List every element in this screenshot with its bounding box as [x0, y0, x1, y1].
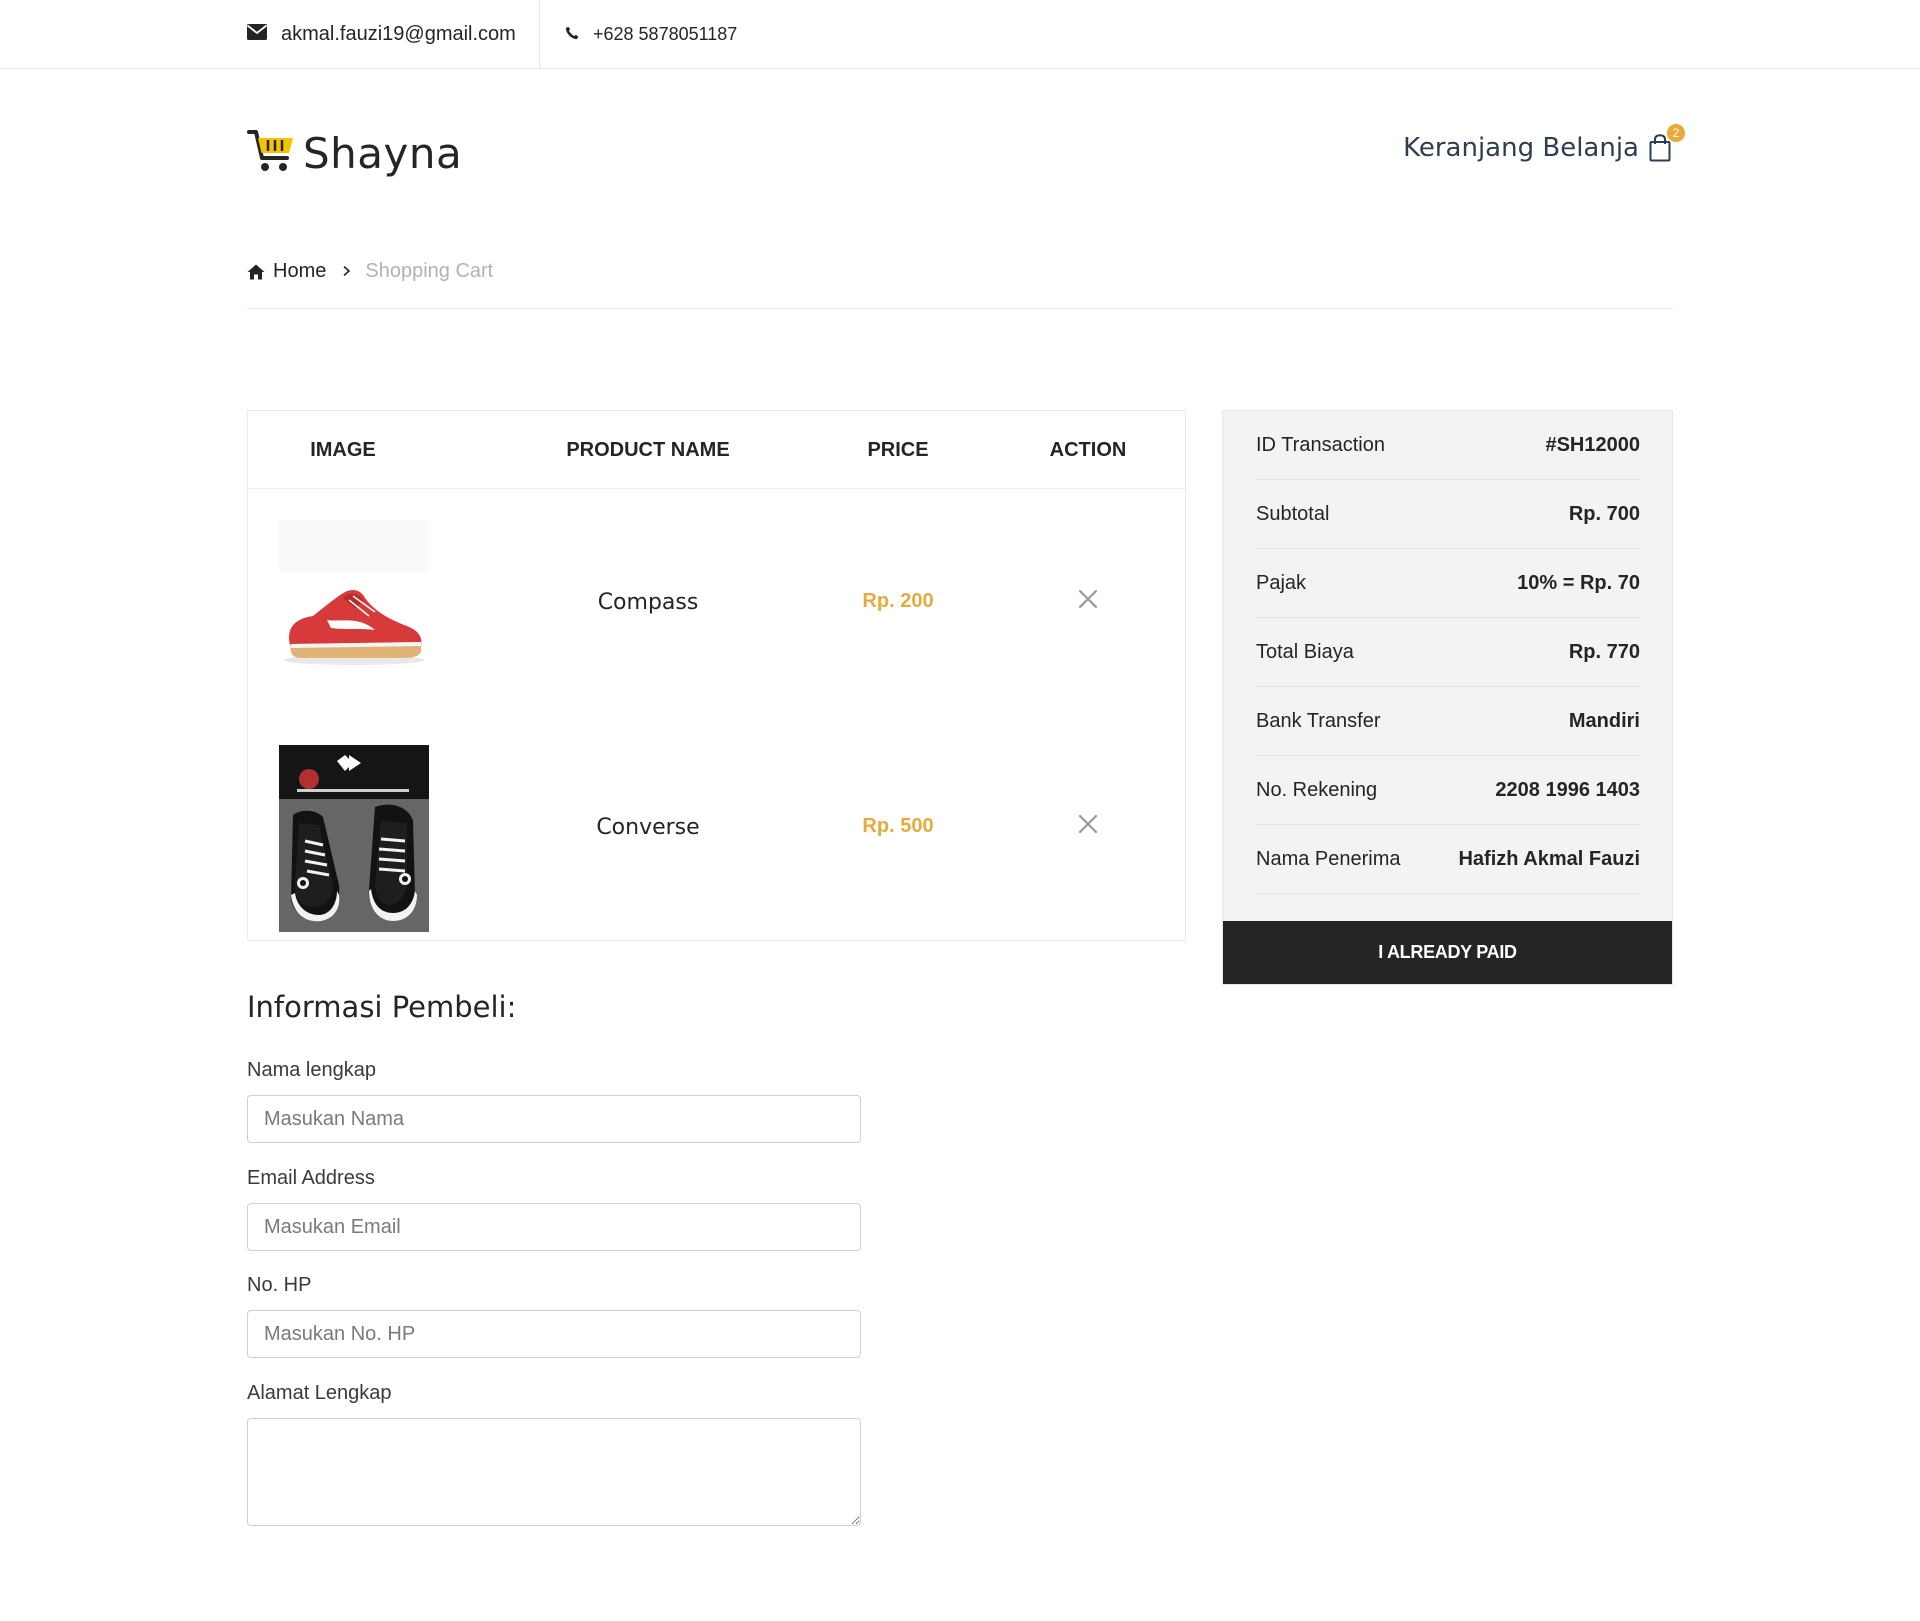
summary-label: No. Rekening	[1256, 778, 1378, 801]
topbar-divider	[539, 0, 540, 68]
summary-value: Hafizh Akmal Fauzi	[1458, 847, 1640, 870]
brand-logo[interactable]: Shayna	[247, 126, 462, 180]
envelope-icon	[246, 23, 268, 46]
summary-value: 10% = Rp. 70	[1517, 571, 1640, 594]
summary-row-tax: Pajak 10% = Rp. 70	[1256, 549, 1640, 618]
address-textarea[interactable]	[247, 1418, 861, 1526]
cart-table-header: IMAGE PRODUCT NAME PRICE ACTION	[248, 411, 1185, 489]
summary-row-total: Total Biaya Rp. 770	[1256, 618, 1640, 687]
shopping-cart-logo-icon	[247, 128, 295, 179]
address-form-group: Alamat Lengkap	[247, 1382, 861, 1526]
summary-label: Nama Penerima	[1256, 847, 1401, 870]
product-price: Rp. 200	[862, 590, 934, 612]
red-sneaker-image	[279, 520, 429, 707]
product-price: Rp. 500	[862, 815, 934, 837]
home-icon	[247, 264, 265, 280]
breadcrumb-current: Shopping Cart	[365, 260, 494, 282]
summary-row-account-number: No. Rekening 2208 1996 1403	[1256, 756, 1640, 825]
cart-label: Keranjang Belanja	[1403, 133, 1639, 163]
summary-value: 2208 1996 1403	[1495, 778, 1640, 801]
phone-form-group: No. HP	[247, 1274, 861, 1358]
summary-row-recipient: Nama Penerima Hafizh Akmal Fauzi	[1256, 825, 1640, 894]
summary-row-subtotal: Subtotal Rp. 700	[1256, 480, 1640, 549]
email-input[interactable]	[247, 1203, 861, 1251]
name-input[interactable]	[247, 1095, 861, 1143]
summary-value: #SH12000	[1545, 433, 1640, 456]
summary-label: Bank Transfer	[1256, 709, 1381, 732]
cart-table: IMAGE PRODUCT NAME PRICE ACTION Compass …	[247, 410, 1186, 941]
summary-value: Mandiri	[1568, 709, 1640, 732]
name-label: Nama lengkap	[247, 1059, 376, 1081]
cart-count-badge: 2	[1667, 124, 1685, 142]
chevron-right-icon	[342, 260, 351, 283]
column-header-action: ACTION	[1049, 439, 1127, 461]
column-header-price: PRICE	[867, 439, 929, 461]
phone-icon	[565, 24, 579, 45]
summary-value: Rp. 700	[1568, 502, 1640, 525]
brand-name: Shayna	[303, 128, 463, 178]
summary-label: Pajak	[1256, 571, 1307, 594]
already-paid-button[interactable]: I ALREADY PAID	[1223, 921, 1672, 984]
table-row: Compass Rp. 200	[248, 490, 1185, 715]
top-bar: akmal.fauzi19@gmail.com +628 5878051187	[0, 0, 1920, 69]
email-form-group: Email Address	[247, 1167, 861, 1251]
column-header-product-name: PRODUCT NAME	[566, 439, 730, 461]
breadcrumb-home-label: Home	[273, 260, 327, 282]
contact-email-text: akmal.fauzi19@gmail.com	[281, 22, 516, 45]
breadcrumb: Home Shopping Cart	[247, 260, 493, 283]
close-icon[interactable]	[1075, 586, 1101, 612]
close-icon[interactable]	[1075, 811, 1101, 837]
column-header-image: IMAGE	[310, 439, 376, 461]
breadcrumb-home[interactable]: Home	[247, 260, 326, 283]
product-name: Compass	[597, 590, 699, 615]
order-summary: ID Transaction #SH12000 Subtotal Rp. 700…	[1222, 410, 1673, 985]
shopping-bag-icon: 2	[1649, 124, 1685, 162]
breadcrumb-divider	[247, 308, 1673, 309]
email-label: Email Address	[247, 1167, 375, 1189]
phone-input[interactable]	[247, 1310, 861, 1358]
product-name: Converse	[596, 815, 700, 840]
summary-label: Subtotal	[1256, 502, 1330, 525]
cart-link[interactable]: Keranjang Belanja 2	[1403, 124, 1685, 166]
address-label: Alamat Lengkap	[247, 1382, 392, 1404]
name-form-group: Nama lengkap	[247, 1059, 861, 1143]
contact-email[interactable]: akmal.fauzi19@gmail.com	[246, 0, 516, 68]
summary-row-transaction-id: ID Transaction #SH12000	[1256, 411, 1640, 480]
summary-label: Total Biaya	[1256, 640, 1354, 663]
contact-phone[interactable]: +628 5878051187	[565, 0, 737, 68]
buyer-info-title: Informasi Pembeli:	[247, 990, 517, 1024]
table-row: Converse Rp. 500	[248, 715, 1185, 940]
phone-label: No. HP	[247, 1274, 312, 1296]
summary-value: Rp. 770	[1568, 640, 1640, 663]
black-converse-image	[279, 745, 429, 932]
summary-list: ID Transaction #SH12000 Subtotal Rp. 700…	[1256, 411, 1640, 894]
contact-phone-text: +628 5878051187	[593, 23, 738, 44]
summary-row-bank: Bank Transfer Mandiri	[1256, 687, 1640, 756]
summary-label: ID Transaction	[1256, 433, 1385, 456]
